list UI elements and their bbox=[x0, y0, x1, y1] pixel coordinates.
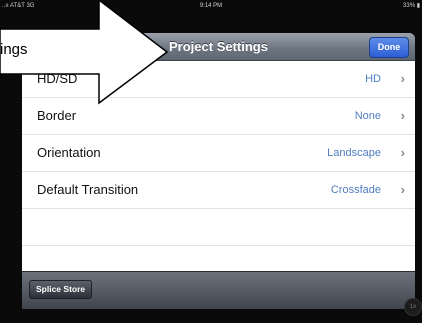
callout-label: ings bbox=[0, 41, 28, 58]
callout-arrow bbox=[0, 0, 169, 105]
